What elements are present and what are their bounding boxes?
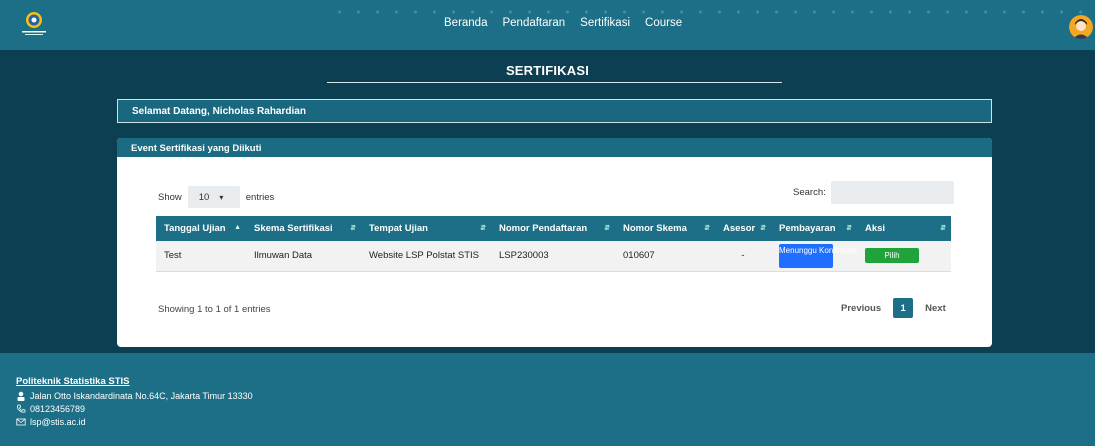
footer-institution-link[interactable]: Politeknik Statistika STIS	[16, 376, 130, 387]
phone-icon	[17, 404, 26, 413]
table-row: Test Ilmuwan Data Website LSP Polstat ST…	[156, 241, 951, 272]
column-skema-sertifikasi[interactable]: Skema Sertifikasi ⇵	[246, 216, 361, 241]
footer-email: lsp@stis.ac.id	[16, 417, 86, 427]
cell-aksi: Pilih	[857, 241, 951, 272]
user-avatar-icon[interactable]	[1069, 15, 1093, 39]
sort-icon: ▲	[234, 224, 241, 231]
entries-label: entries	[245, 191, 275, 203]
footer-email-text: lsp@stis.ac.id	[30, 417, 86, 427]
footer: Politeknik Statistika STIS Jalan Otto Is…	[0, 353, 1095, 446]
show-label: Show	[158, 191, 182, 203]
sort-icon: ⇵	[604, 225, 610, 232]
cell-skema: Ilmuwan Data	[246, 241, 361, 272]
table-info: Showing 1 to 1 of 1 entries	[158, 304, 271, 315]
sort-icon: ⇵	[704, 225, 710, 232]
column-nomor-skema[interactable]: Nomor Skema ⇵	[615, 216, 715, 241]
sort-icon: ⇵	[940, 225, 946, 232]
sort-icon: ⇵	[760, 225, 766, 232]
cell-tempat: Website LSP Polstat STIS	[361, 241, 491, 272]
entries-value: 10	[198, 191, 210, 203]
user-location-icon	[17, 391, 25, 401]
entries-select[interactable]: 10 ▾	[187, 186, 240, 208]
cell-nomor-skema: 010607	[615, 241, 715, 272]
chevron-down-icon: ▾	[219, 192, 224, 202]
sort-icon: ⇵	[350, 225, 356, 232]
column-aksi[interactable]: Aksi ⇵	[857, 216, 951, 241]
table-header-row: Tanggal Ujian ▲ Skema Sertifikasi ⇵ Tempat…	[156, 216, 951, 241]
search-control: Search:	[793, 181, 954, 204]
footer-phone: 08123456789	[16, 404, 85, 414]
column-nomor-pendaftaran[interactable]: Nomor Pendaftaran ⇵	[491, 216, 615, 241]
nav-sertifikasi[interactable]: Sertifikasi	[580, 17, 630, 29]
cell-pembayaran: Menunggu Konfirmasi	[771, 241, 857, 272]
stis-logo-icon[interactable]	[20, 9, 48, 37]
footer-phone-text: 08123456789	[30, 404, 86, 414]
search-label: Search:	[793, 187, 826, 198]
search-input[interactable]	[830, 181, 954, 204]
title-divider	[327, 82, 782, 83]
cell-asesor: -	[715, 241, 771, 272]
sort-icon: ⇵	[846, 225, 852, 232]
cell-nomor-pendaftaran: LSP230003	[491, 241, 615, 272]
nav-pendaftaran[interactable]: Pendaftaran	[502, 17, 565, 29]
events-table: Tanggal Ujian ▲ Skema Sertifikasi ⇵ Tempat…	[156, 216, 951, 272]
footer-address: Jalan Otto Iskandardinata No.64C, Jakart…	[16, 391, 253, 401]
cell-tanggal: Test	[156, 241, 246, 272]
nav-menu: Beranda Pendaftaran Sertifikasi Course	[444, 17, 682, 29]
column-tempat-ujian[interactable]: Tempat Ujian ⇵	[361, 216, 491, 241]
pagination: Previous 1 Next	[837, 298, 950, 318]
card-header: Event Sertifikasi yang Diikuti	[117, 138, 992, 157]
column-pembayaran[interactable]: Pembayaran ⇵	[771, 216, 857, 241]
column-tanggal-ujian[interactable]: Tanggal Ujian ▲	[156, 216, 246, 241]
column-asesor[interactable]: Asesor ⇵	[715, 216, 771, 241]
previous-page-button[interactable]: Previous	[837, 303, 885, 314]
welcome-banner: Selamat Datang, Nicholas Rahardian	[117, 99, 992, 123]
show-entries-control: Show 10 ▾ entries	[158, 186, 274, 208]
certification-events-card: Event Sertifikasi yang Diikuti Show 10 ▾…	[117, 138, 992, 347]
payment-status-button[interactable]: Menunggu Konfirmasi	[779, 243, 857, 268]
page-title: SERTIFIKASI	[505, 63, 590, 78]
nav-course[interactable]: Course	[645, 17, 682, 29]
page-1-button[interactable]: 1	[893, 298, 914, 318]
pilih-button[interactable]: Pilih	[865, 248, 919, 264]
mail-icon	[16, 418, 26, 426]
footer-address-text: Jalan Otto Iskandardinata No.64C, Jakart…	[30, 391, 253, 401]
next-page-button[interactable]: Next	[921, 303, 950, 314]
nav-beranda[interactable]: Beranda	[444, 17, 487, 29]
sort-icon: ⇵	[480, 225, 486, 232]
navbar: Beranda Pendaftaran Sertifikasi Course	[0, 0, 1095, 50]
